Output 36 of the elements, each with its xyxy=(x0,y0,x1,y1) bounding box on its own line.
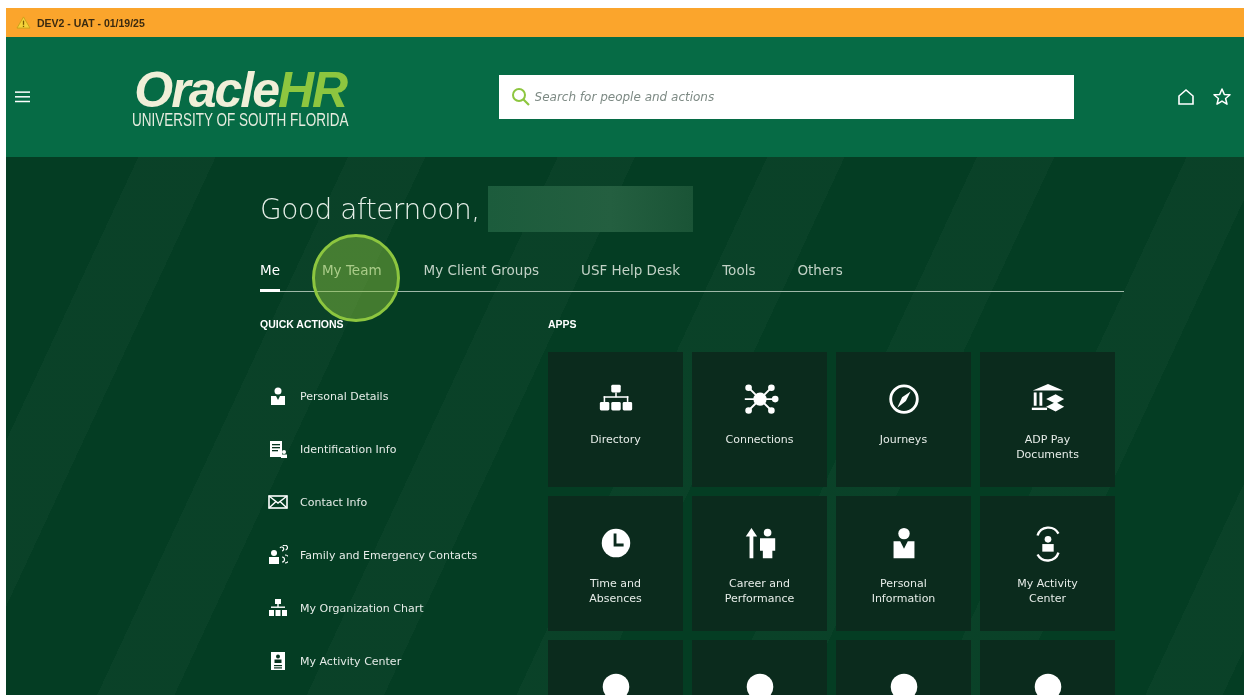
favorites-star-icon[interactable] xyxy=(1212,87,1232,107)
id-card-icon xyxy=(268,439,288,459)
oraclehr-logo[interactable]: OracleHR UNIVERSITY OF SOUTH FLORIDA xyxy=(132,64,349,130)
app-tile[interactable]: ADP Pay Documents xyxy=(980,351,1115,487)
search-field[interactable]: Search for people and actions xyxy=(498,75,1074,119)
nav-tab[interactable]: My Client Groups xyxy=(423,262,540,292)
app-tile[interactable]: Career and Performance xyxy=(692,495,827,631)
app-tile[interactable]: My Activity Center xyxy=(980,495,1115,631)
environment-label: DEV2 - UAT - 01/19/25 xyxy=(37,16,145,29)
section-heading: QUICK ACTIONS xyxy=(260,317,345,332)
org-chart-icon xyxy=(268,598,288,618)
search-icon xyxy=(510,87,531,107)
badge-icon xyxy=(268,651,288,671)
nav-tab[interactable]: Tools xyxy=(722,262,756,292)
section-heading: APPS xyxy=(548,317,578,332)
app-tile[interactable]: Journeys xyxy=(836,351,971,487)
envelope-icon xyxy=(268,492,288,512)
quick-action-link[interactable]: Contact Info xyxy=(260,475,548,529)
menu-icon[interactable] xyxy=(15,91,30,103)
quick-action-link[interactable]: My Activity Center xyxy=(260,634,548,688)
quick-action-link[interactable]: Family and Emergency Contacts xyxy=(260,528,548,582)
people-icon xyxy=(268,545,288,565)
quick-action-link[interactable]: Identification Info xyxy=(260,422,548,476)
nav-tab[interactable]: Me xyxy=(260,262,280,292)
quick-action-link[interactable]: Personal Details xyxy=(260,369,548,423)
app-tile[interactable]: Personal Information xyxy=(836,495,971,631)
nav-tab[interactable]: USF Help Desk xyxy=(581,262,681,292)
greeting-text: Good afternoon, xyxy=(260,192,480,226)
app-tile[interactable]: Time and Absences xyxy=(548,495,683,631)
home-icon[interactable] xyxy=(1176,87,1196,107)
quick-action-link[interactable]: My Organization Chart xyxy=(260,581,548,635)
app-tile[interactable]: Connections xyxy=(692,351,827,487)
warning-icon xyxy=(16,16,31,29)
nav-tab[interactable]: Others xyxy=(797,262,843,292)
person-icon xyxy=(268,386,288,406)
app-tile[interactable]: Directory xyxy=(548,351,683,487)
